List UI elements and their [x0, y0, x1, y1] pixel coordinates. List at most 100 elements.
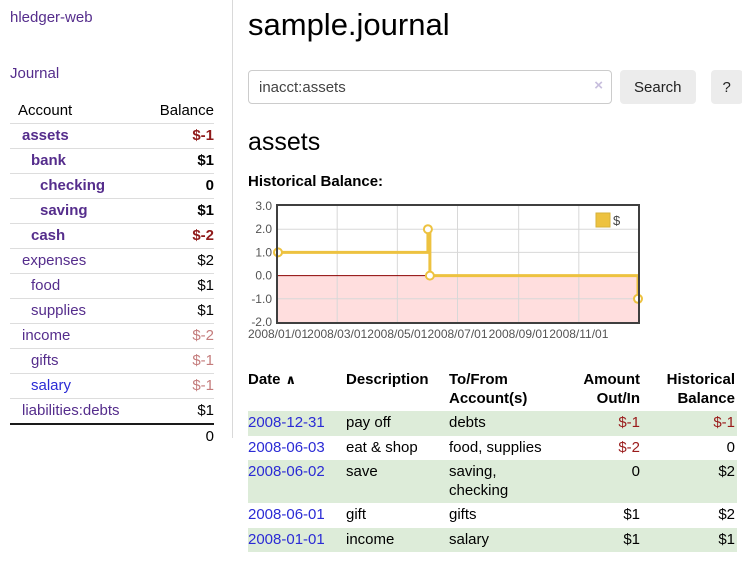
svg-text:2.0: 2.0 — [255, 222, 272, 236]
transaction-description: pay off — [346, 411, 449, 436]
account-heading: assets — [248, 127, 737, 157]
page-title: sample.journal — [248, 6, 737, 44]
app-title-link[interactable]: hledger-web — [10, 9, 232, 26]
account-row: saving $1 — [10, 199, 214, 224]
account-row: liabilities:debts$1 — [10, 399, 214, 425]
account-link[interactable]: saving — [40, 202, 88, 219]
transaction-amount: $1 — [555, 503, 642, 528]
sidebar: hledger-web Journal Account Balance asse… — [0, 0, 233, 438]
transaction-accounts: debts — [449, 411, 555, 436]
account-row: bank $1 — [10, 149, 214, 174]
transaction-description: gift — [346, 503, 449, 528]
svg-text:3.0: 3.0 — [255, 199, 272, 213]
account-link[interactable]: gifts — [31, 352, 59, 369]
account-row: expenses $2 — [10, 249, 214, 274]
transaction-date-link[interactable]: 2008-06-01 — [248, 506, 325, 523]
transaction-balance: $-1 — [642, 411, 737, 436]
transaction-balance: $1 — [642, 528, 737, 553]
account-balance: $-1 — [146, 124, 214, 149]
transaction-description: eat & shop — [346, 436, 449, 461]
transaction-description: income — [346, 528, 449, 553]
accounts-total-row: 0 — [10, 424, 214, 449]
account-row: cash$-2 — [10, 224, 214, 249]
svg-text:2008/07/01: 2008/07/01 — [427, 327, 487, 341]
svg-text:-1.0: -1.0 — [251, 292, 272, 306]
transaction-amount: 0 — [555, 460, 642, 503]
sort-asc-icon: ∧ — [286, 372, 297, 387]
accounts-header-account: Account — [10, 99, 146, 124]
account-balance: $1 — [146, 149, 214, 174]
historical-balance-chart: $3.02.01.00.0-1.0-2.02008/01/012008/03/0… — [248, 203, 640, 341]
register-header-row: Date∧ Description To/From Account(s) Amo… — [248, 368, 737, 411]
register-row: 2008-06-01 giftgifts$1$2 — [248, 503, 737, 528]
register-header-date[interactable]: Date∧ — [248, 368, 346, 411]
account-balance: $-1 — [146, 349, 214, 374]
legend-swatch — [596, 213, 610, 227]
account-balance: $2 — [146, 249, 214, 274]
account-link[interactable]: expenses — [22, 252, 86, 269]
transaction-accounts: salary — [449, 528, 555, 553]
register-row: 2008-12-31pay offdebts$-1$-1 — [248, 411, 737, 436]
transaction-amount: $1 — [555, 528, 642, 553]
account-link[interactable]: liabilities:debts — [22, 402, 120, 419]
transaction-description: save — [346, 460, 449, 503]
account-row: supplies $1 — [10, 299, 214, 324]
transaction-balance: $2 — [642, 460, 737, 503]
help-button[interactable]: ? — [711, 70, 742, 104]
account-link[interactable]: income — [22, 327, 70, 344]
accounts-total-value: 0 — [146, 424, 214, 449]
chart-title: Historical Balance: — [248, 173, 737, 191]
transaction-date-link[interactable]: 2008-06-02 — [248, 463, 325, 480]
transaction-date-link[interactable]: 2008-12-31 — [248, 414, 325, 431]
account-link[interactable]: food — [31, 277, 60, 294]
accounts-total-spacer — [10, 424, 146, 449]
svg-text:2008/11/01: 2008/11/01 — [549, 327, 608, 341]
register-row: 2008-06-02 savesaving, checking0$2 — [248, 460, 737, 503]
register-header-accounts: To/From Account(s) — [449, 368, 555, 411]
register-header-amount: Amount Out/In — [555, 368, 642, 411]
sidebar-item-journal[interactable]: Journal — [10, 65, 232, 82]
accounts-table-body: assets$-1bank$1checking0saving$1cash$-2e… — [10, 124, 214, 450]
account-link[interactable]: checking — [40, 177, 105, 194]
account-balance: $-2 — [146, 324, 214, 349]
register-row: 2008-01-01incomesalary$1$1 — [248, 528, 737, 553]
transaction-balance: 0 — [642, 436, 737, 461]
svg-text:2008/09/01: 2008/09/01 — [489, 327, 549, 341]
svg-text:0.0: 0.0 — [255, 269, 272, 283]
svg-text:1.0: 1.0 — [255, 245, 272, 259]
transaction-date-link[interactable]: 2008-06-03 — [248, 439, 325, 456]
transaction-balance: $2 — [642, 503, 737, 528]
account-row: salary $-1 — [10, 374, 214, 399]
legend-label: $ — [613, 213, 621, 228]
account-link[interactable]: assets — [22, 127, 69, 144]
transaction-amount: $-1 — [555, 411, 642, 436]
main-content: sample.journal × Search ? assets Histori… — [248, 0, 737, 552]
account-balance: $1 — [146, 199, 214, 224]
account-link[interactable]: cash — [31, 227, 65, 244]
svg-text:2008/05/01: 2008/05/01 — [367, 327, 427, 341]
balance-chart-svg: $3.02.01.00.0-1.0-2.02008/01/012008/03/0… — [248, 203, 640, 341]
account-balance: $1 — [146, 274, 214, 299]
register-header-balance: Historical Balance — [642, 368, 737, 411]
account-balance: $1 — [146, 299, 214, 324]
account-link[interactable]: supplies — [31, 302, 86, 319]
register-table-body: 2008-12-31pay offdebts$-1$-12008-06-03ea… — [248, 411, 737, 552]
transaction-date-link[interactable]: 2008-01-01 — [248, 531, 325, 548]
account-row: income $-2 — [10, 324, 214, 349]
search-input[interactable] — [248, 70, 612, 104]
account-row: checking0 — [10, 174, 214, 199]
transaction-accounts: food, supplies — [449, 436, 555, 461]
search-button[interactable]: Search — [620, 70, 696, 104]
account-row: assets $-1 — [10, 124, 214, 149]
register-header-description: Description — [346, 368, 449, 411]
account-link[interactable]: bank — [31, 152, 66, 169]
account-link[interactable]: salary — [31, 377, 71, 394]
transaction-accounts: saving, checking — [449, 460, 555, 503]
register-row: 2008-06-03eat & shopfood, supplies$-20 — [248, 436, 737, 461]
clear-search-icon[interactable]: × — [594, 77, 603, 95]
accounts-table: Account Balance assets$-1bank$1checking0… — [10, 99, 214, 449]
svg-text:2008/03/01: 2008/03/01 — [307, 327, 367, 341]
transaction-accounts: gifts — [449, 503, 555, 528]
account-balance: $-1 — [146, 374, 214, 399]
search-box: × — [248, 70, 612, 104]
